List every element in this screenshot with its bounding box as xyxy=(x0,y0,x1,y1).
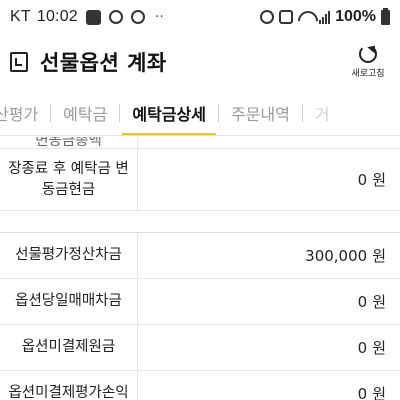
battery-icon xyxy=(381,7,390,25)
table-row: 옵션미결제평가손익 0 원 xyxy=(0,371,400,400)
table-row: 변동금총액 xyxy=(0,137,400,149)
tab-deposit-detail[interactable]: 예탁금상세 xyxy=(122,90,216,135)
table-row: 선물평가정산차금 300,000 원 xyxy=(0,233,400,279)
battery-percent: 100% xyxy=(335,8,376,25)
more-notifications-icon: ·· xyxy=(154,9,164,25)
row-value: 0 원 xyxy=(138,325,400,370)
amount: 0 xyxy=(357,292,368,311)
row-label: 옵션당일매매차금 xyxy=(0,279,138,324)
tab-asset-evaluation[interactable]: 산평가 xyxy=(0,90,38,135)
status-time: 10:02 xyxy=(36,8,78,25)
amount: 300,000 xyxy=(305,246,368,265)
signal-icon xyxy=(319,10,331,24)
carrier-label: KT xyxy=(10,8,31,25)
currency-unit: 원 xyxy=(372,171,386,189)
tab-divider xyxy=(50,103,52,122)
tab-divider xyxy=(119,103,121,122)
app-header: 선물옵션 계좌 새로고침 xyxy=(0,34,400,90)
row-value: 300,000 원 xyxy=(138,233,400,278)
refresh-label: 새로고침 xyxy=(351,69,385,79)
row-value: 0 원 xyxy=(138,279,400,324)
currency-unit: 원 xyxy=(372,247,386,265)
currency-unit: 원 xyxy=(372,293,386,311)
currency-unit: 원 xyxy=(372,385,386,400)
nfc-icon xyxy=(279,10,294,24)
refresh-button[interactable]: 새로고침 xyxy=(346,45,390,79)
notification-b-icon xyxy=(130,10,145,24)
row-label: 옵션미결제원금 xyxy=(0,325,138,370)
tab-order-history[interactable]: 주문내역 xyxy=(231,90,290,135)
row-label: 옵션미결제평가손익 xyxy=(0,371,138,400)
row-label: 선물평가정산차금 xyxy=(0,233,138,278)
status-left: KT 10:02 ·· xyxy=(10,8,164,26)
table-row: 옵션당일매매차금 0 원 xyxy=(0,279,400,325)
section-divider xyxy=(0,211,400,233)
row-label: 장종료 후 예탁금 변동금현금 xyxy=(0,149,138,210)
tab-transactions[interactable]: 거 xyxy=(315,90,330,135)
currency-unit: 원 xyxy=(372,339,386,357)
amount: 0 xyxy=(357,384,368,400)
table-row: 장종료 후 예탁금 변동금현금 0 원 xyxy=(0,149,400,211)
alarm-icon xyxy=(260,10,275,24)
menu-icon[interactable] xyxy=(10,52,28,72)
status-right: 100% xyxy=(260,7,390,26)
notification-app-icon xyxy=(85,9,101,25)
deposit-detail-table: 변동금총액 장종료 후 예탁금 변동금현금 0 원 선물평가정산차금 300,0… xyxy=(0,137,400,400)
tab-divider xyxy=(217,103,219,122)
wifi-icon xyxy=(298,11,314,23)
row-value: 0 원 xyxy=(138,371,400,400)
tab-bar: 산평가 예탁금 예탁금상세 주문내역 거 xyxy=(0,90,400,136)
amount: 0 xyxy=(357,338,368,357)
tab-divider xyxy=(301,103,303,122)
amount: 0 xyxy=(357,170,368,189)
tab-deposit[interactable]: 예탁금 xyxy=(63,90,107,135)
status-bar: KT 10:02 ·· 100% xyxy=(0,0,400,34)
refresh-icon xyxy=(359,45,377,63)
table-row: 옵션미결제원금 0 원 xyxy=(0,325,400,371)
page-title: 선물옵션 계좌 xyxy=(40,51,167,75)
notification-chat-icon xyxy=(108,10,123,24)
row-label: 변동금총액 xyxy=(0,137,138,148)
row-value: 0 원 xyxy=(138,149,400,210)
